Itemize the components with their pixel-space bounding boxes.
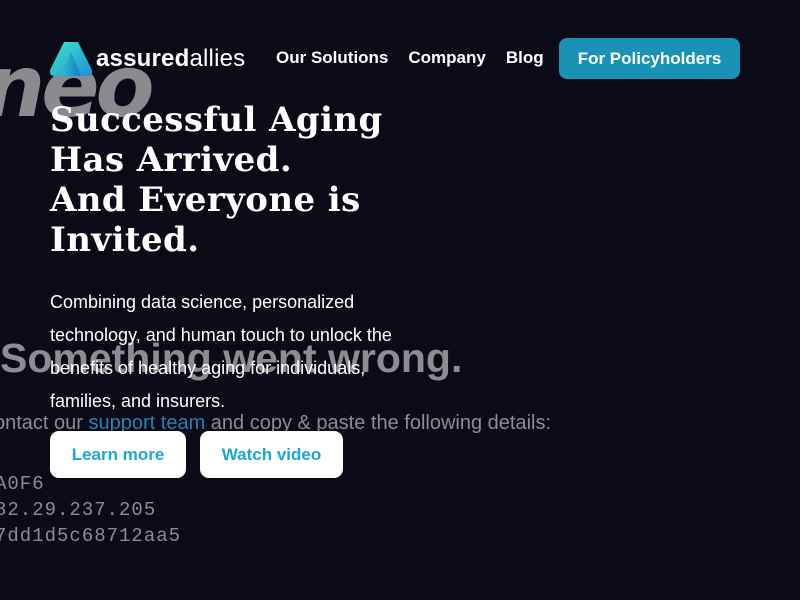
brand-name-part2: allies xyxy=(189,45,246,72)
hero-actions: Learn more Watch video xyxy=(50,431,343,478)
watch-video-button[interactable]: Watch video xyxy=(200,431,343,478)
learn-more-button[interactable]: Learn more xyxy=(50,431,186,478)
hero-section: Successful Aging Has Arrived. And Everyo… xyxy=(50,100,450,418)
nav-item-our-solutions[interactable]: Our Solutions xyxy=(276,48,388,68)
error-code-line: 82.29.237.205 xyxy=(0,499,157,521)
main-nav: Our Solutions Company Blog xyxy=(276,48,564,68)
brand-logo-link[interactable]: assuredallies xyxy=(50,40,245,78)
error-code-line: A0F6 xyxy=(0,473,45,495)
hero-title-line: And Everyone is xyxy=(50,180,361,220)
triangle-logo-icon xyxy=(50,42,92,76)
hero-title: Successful Aging Has Arrived. And Everyo… xyxy=(50,100,450,260)
hero-title-line: Has Arrived. xyxy=(50,140,293,180)
nav-item-company[interactable]: Company xyxy=(408,48,485,68)
hero-title-line: Successful Aging xyxy=(50,100,383,140)
hero-description: Combining data science, personalized tec… xyxy=(50,292,392,411)
nav-item-blog[interactable]: Blog xyxy=(506,48,544,68)
brand-name-part1: assured xyxy=(96,45,190,72)
for-policyholders-button[interactable]: For Policyholders xyxy=(559,38,740,79)
hero-title-line: Invited. xyxy=(50,220,200,260)
error-code-line: 7dd1d5c68712aa5 xyxy=(0,525,182,547)
brand-name: assuredallies xyxy=(96,45,245,73)
